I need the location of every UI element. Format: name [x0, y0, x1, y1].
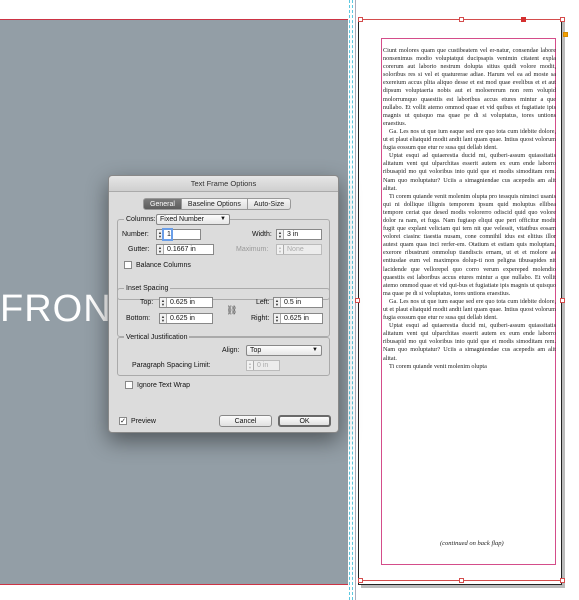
- inset-top-value[interactable]: 0.625 in: [167, 298, 195, 307]
- maximum-label: Maximum:: [236, 246, 269, 253]
- selection-handle[interactable]: [560, 298, 565, 303]
- inset-bottom-value[interactable]: 0.625 in: [167, 314, 195, 323]
- out-port-handle[interactable]: [563, 32, 568, 37]
- body-paragraph: Uptat esqui ad quiaerestia ducid mi, qui…: [383, 152, 556, 192]
- selection-handle[interactable]: [459, 578, 464, 583]
- guide-line[interactable]: [349, 0, 350, 600]
- align-label: Align:: [222, 347, 240, 354]
- width-field[interactable]: ▲ ▼ 3 in: [276, 229, 322, 240]
- inset-spacing-group: Inset Spacing Top: ▲ ▼ 0.625 in Bottom: ▲…: [117, 284, 330, 337]
- width-label: Width:: [252, 231, 272, 238]
- width-value[interactable]: 3 in: [284, 230, 298, 239]
- selection-handle[interactable]: [358, 578, 363, 583]
- preview-checkbox[interactable]: ✓: [119, 417, 127, 425]
- body-paragraph: Ga. Les nos ut que ium eaque sed ere quo…: [383, 127, 556, 152]
- selection-handle[interactable]: [560, 17, 565, 22]
- inset-right-value[interactable]: 0.625 in: [281, 314, 309, 323]
- stepper-icon[interactable]: ▲ ▼: [274, 298, 281, 307]
- guide-line[interactable]: [352, 0, 353, 600]
- preview-label[interactable]: Preview: [131, 416, 156, 427]
- body-paragraph: Uptat esqui ad quiaerestia ducid mi, qui…: [383, 322, 556, 362]
- inset-bottom-label: Bottom:: [126, 315, 151, 322]
- balance-columns-label[interactable]: Balance Columns: [136, 260, 191, 271]
- gutter-value[interactable]: 0.1667 in: [164, 245, 196, 254]
- paragraph-spacing-value: 0 in: [257, 362, 269, 369]
- inset-left-label: Left:: [256, 299, 270, 306]
- stepper-icon[interactable]: ▲ ▼: [157, 245, 164, 254]
- chevron-down-icon: ▼: [220, 216, 226, 222]
- stepper-icon: ▲ ▼: [247, 361, 254, 370]
- ignore-text-wrap-label[interactable]: Ignore Text Wrap: [137, 380, 190, 391]
- body-text-frame[interactable]: Ciunt molores quam que custibeatem vel e…: [383, 47, 556, 552]
- inset-right-label: Right:: [251, 315, 270, 322]
- selection-handle[interactable]: [358, 17, 363, 22]
- stepper-icon[interactable]: ▲ ▼: [160, 298, 167, 307]
- dialog-title[interactable]: Text Frame Options: [109, 176, 338, 192]
- inset-left-field[interactable]: ▲ ▼ 0.5 in: [273, 297, 323, 308]
- inset-left-value[interactable]: 0.5 in: [281, 298, 301, 307]
- selection-handle[interactable]: [459, 17, 464, 22]
- tab-auto-size[interactable]: Auto-Size: [247, 198, 292, 210]
- front-cover-text[interactable]: FRON: [0, 288, 112, 331]
- columns-legend: Columns:: [124, 215, 158, 224]
- number-value[interactable]: 1: [162, 228, 173, 241]
- number-label: Number:: [122, 231, 149, 238]
- stepper-icon: ▲ ▼: [277, 245, 284, 254]
- paragraph-spacing-field[interactable]: ▲ ▼ 0 in: [246, 360, 280, 371]
- selection-handle[interactable]: [521, 17, 526, 22]
- tab-general[interactable]: General: [143, 198, 182, 210]
- body-paragraph: Ti corem quiande venit molenim olupta pr…: [383, 192, 556, 297]
- stepper-icon[interactable]: ▲ ▼: [160, 314, 167, 323]
- columns-type-select[interactable]: Fixed Number ▼: [156, 214, 230, 225]
- body-paragraph: Ga. Les nos ut que ium eaque sed ere quo…: [383, 297, 556, 322]
- gutter-label: Gutter:: [128, 246, 150, 253]
- stepper-icon[interactable]: ▲ ▼: [277, 230, 284, 239]
- text-frame-options-dialog: Text Frame Options General Baseline Opti…: [108, 175, 339, 433]
- stepper-icon[interactable]: ▲ ▼: [157, 230, 164, 239]
- align-select[interactable]: Top ▼: [246, 345, 322, 356]
- selection-handle[interactable]: [355, 298, 360, 303]
- inset-spacing-legend: Inset Spacing: [124, 284, 171, 293]
- chain-link-icon[interactable]: ⛓: [226, 305, 237, 316]
- inset-top-field[interactable]: ▲ ▼ 0.625 in: [159, 297, 213, 308]
- body-paragraph: Ti corem quiande venit molenim olupta: [389, 362, 487, 370]
- ok-button[interactable]: OK: [278, 415, 331, 427]
- body-paragraph: Ciunt molores quam que custibeatem vel e…: [383, 47, 556, 127]
- cancel-button[interactable]: Cancel: [219, 415, 272, 427]
- vertical-justification-legend: Vertical Justification: [124, 333, 190, 342]
- maximum-value: None: [287, 246, 304, 253]
- balance-columns-checkbox[interactable]: [124, 261, 132, 269]
- inset-right-field[interactable]: ▲ ▼ 0.625 in: [273, 313, 323, 324]
- number-field[interactable]: ▲ ▼ 1: [156, 228, 201, 241]
- dialog-tabs: General Baseline Options Auto-Size: [143, 198, 292, 210]
- tab-baseline-options[interactable]: Baseline Options: [181, 198, 248, 210]
- chevron-down-icon: ▼: [312, 347, 318, 353]
- gutter-field[interactable]: ▲ ▼ 0.1667 in: [156, 244, 214, 255]
- ignore-text-wrap-checkbox[interactable]: [125, 381, 133, 389]
- continued-note: (continued on back flap): [440, 540, 504, 547]
- maximum-field[interactable]: ▲ ▼ None: [276, 244, 322, 255]
- inset-bottom-field[interactable]: ▲ ▼ 0.625 in: [159, 313, 213, 324]
- inset-top-label: Top:: [140, 299, 154, 306]
- paragraph-spacing-label: Paragraph Spacing Limit:: [132, 362, 211, 369]
- selection-handle[interactable]: [560, 578, 565, 583]
- stepper-icon[interactable]: ▲ ▼: [274, 314, 281, 323]
- vertical-justification-group: Vertical Justification Align: Top ▼ Para…: [117, 333, 330, 376]
- align-value: Top: [250, 347, 262, 354]
- columns-type-value: Fixed Number: [160, 216, 204, 223]
